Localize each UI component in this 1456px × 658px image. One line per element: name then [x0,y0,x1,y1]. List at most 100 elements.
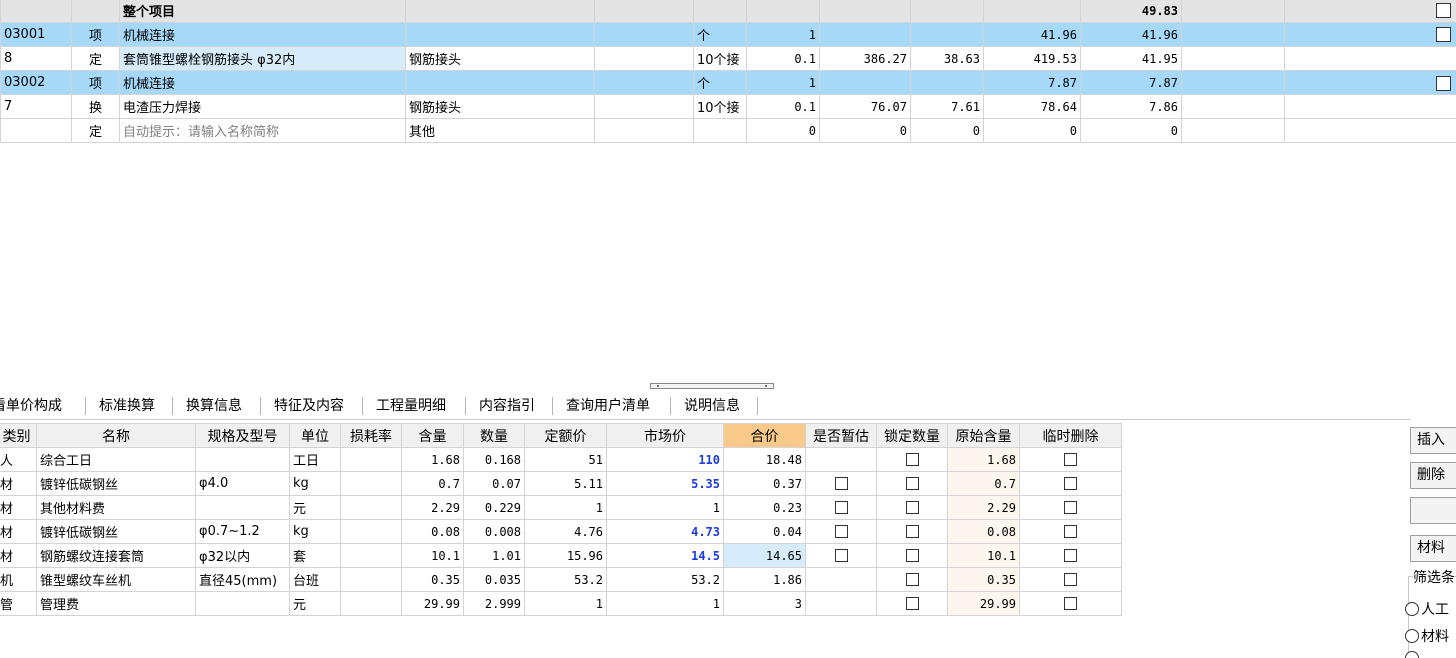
cell-original[interactable]: 1.68 [947,447,1020,472]
cell-qty[interactable]: 2.999 [463,591,525,616]
cell-name[interactable]: 管理费 [36,591,196,616]
item-sum[interactable]: 41.96 [1080,22,1182,47]
item-extra[interactable] [594,46,694,71]
cell-spec[interactable]: φ32以内 [195,543,290,568]
radio-icon[interactable] [1405,651,1419,658]
item-price-1[interactable] [819,0,911,23]
item-extra[interactable] [594,94,694,119]
item-name[interactable]: 机械连接 [119,70,406,95]
lock-checkbox[interactable] [905,597,919,610]
insert-button[interactable]: 插入 [1410,427,1456,454]
resource-row[interactable]: 材其他材料费元 2.29 0.229 1 1 0.23 2.29 [0,495,1122,520]
item-type[interactable]: 项 [71,70,120,95]
cell-market-price[interactable]: 1 [606,495,724,520]
item-name[interactable]: 电渣压力焊接 [119,94,406,119]
tab-conversion-info[interactable]: 换算信息 [186,393,242,419]
cell-content[interactable]: 0.7 [401,471,464,496]
estimate-checkbox[interactable] [834,501,848,514]
cell-market-price[interactable]: 53.2 [606,567,724,592]
tab-user-list[interactable]: 查询用户清单 [566,393,650,419]
item-price-2[interactable] [910,22,984,47]
cell-category[interactable]: 管 [0,591,37,616]
item-unit[interactable]: 10个接 [693,46,747,71]
cell-sum[interactable]: 0.04 [723,519,806,544]
cell-original[interactable]: 2.29 [947,495,1020,520]
cell-content[interactable]: 0.08 [401,519,464,544]
cell-original[interactable]: 0.08 [947,519,1020,544]
item-qty[interactable]: 0.1 [746,46,820,71]
cell-sum[interactable]: 14.65 [723,543,806,568]
cell-quota[interactable]: 53.2 [524,567,607,592]
resource-row[interactable]: 材镀锌低碳钢丝 φ4.0 kg 0.7 0.07 5.11 5.35 0.37 0.7 [0,471,1122,496]
item-price-2[interactable] [910,70,984,95]
item-spec[interactable]: 其他 [405,118,595,143]
item-name[interactable]: 机械连接 [119,22,406,47]
radio-machine[interactable] [1405,651,1421,658]
row-checkbox[interactable] [1436,76,1451,91]
item-type[interactable]: 定 [71,46,120,71]
item-price-1[interactable]: 76.07 [819,94,911,119]
item-sum[interactable]: 0 [1080,118,1182,143]
cell-category[interactable]: 材 [0,519,37,544]
cell-loss[interactable] [340,591,402,616]
col-header-content[interactable]: 含量 [401,423,464,448]
col-header-estimate[interactable]: 是否暂估 [805,423,877,448]
temp-delete-checkbox[interactable] [1064,453,1077,466]
item-total[interactable]: 78.64 [983,94,1081,119]
cell-market-price[interactable]: 5.35 [606,471,724,496]
temp-delete-checkbox[interactable] [1064,597,1077,610]
tab-standard-conversion[interactable]: 标准换算 [99,393,155,419]
cell-quota[interactable]: 1 [524,591,607,616]
cell-qty[interactable]: 1.01 [463,543,525,568]
cell-name[interactable]: 钢筋螺纹连接套筒 [36,543,196,568]
tab-unit-price[interactable]: 看单价构成 [0,393,62,419]
cell-sum[interactable]: 0.37 [723,471,806,496]
radio-labor[interactable]: 人工 [1405,599,1449,619]
item-price-2[interactable] [910,0,984,23]
item-empty[interactable] [1181,22,1285,47]
cell-content[interactable]: 1.68 [401,447,464,472]
cell-category[interactable]: 机 [0,567,37,592]
cell-estimate[interactable] [805,447,877,472]
item-code[interactable]: 8 [0,46,72,71]
lock-checkbox[interactable] [905,477,919,490]
item-row[interactable]: 8 定套筒锥型螺栓钢筋接头 φ32内 钢筋接头 10个接 0.1 386.27 38.63 4… [0,46,1456,71]
col-header-name[interactable]: 名称 [36,423,196,448]
cell-spec[interactable] [195,591,290,616]
cell-lock[interactable] [876,543,948,568]
temp-delete-checkbox[interactable] [1064,549,1077,562]
item-price-1[interactable] [819,70,911,95]
cell-unit[interactable]: 套 [289,543,341,568]
item-code[interactable]: 7 [0,94,72,119]
resource-row[interactable]: 人综合工日 工日 1.68 0.168 51 110 18.48 1.68 [0,447,1122,472]
temp-delete-checkbox[interactable] [1064,501,1077,514]
cell-name[interactable]: 综合工日 [36,447,196,472]
cell-unit[interactable]: 元 [289,495,341,520]
cell-loss[interactable] [340,519,402,544]
material-button[interactable]: 材料 [1410,535,1456,562]
cell-loss[interactable] [340,471,402,496]
item-empty[interactable] [1284,94,1456,119]
item-row[interactable]: 定自动提示：请输入名称简称 其他 0 0 0 0 0 [0,118,1456,143]
item-empty[interactable] [1181,94,1285,119]
cell-temp-delete[interactable] [1019,447,1122,472]
item-empty[interactable] [1284,46,1456,71]
item-price-1[interactable]: 386.27 [819,46,911,71]
col-header-quota[interactable]: 定额价 [524,423,607,448]
item-sum[interactable]: 7.86 [1080,94,1182,119]
cell-market-price[interactable]: 110 [606,447,724,472]
item-price-2[interactable]: 0 [910,118,984,143]
cell-unit[interactable]: kg [289,519,341,544]
item-empty[interactable] [1181,0,1285,23]
col-header-lock[interactable]: 锁定数量 [876,423,948,448]
item-empty[interactable] [1181,118,1285,143]
item-row[interactable]: 03002 项机械连接 个 1 7.87 7.87 [0,70,1456,95]
item-price-2[interactable]: 7.61 [910,94,984,119]
item-spec[interactable] [405,22,595,47]
item-unit[interactable] [693,118,747,143]
item-qty[interactable]: 0.1 [746,94,820,119]
cell-name[interactable]: 锥型螺纹车丝机 [36,567,196,592]
cell-lock[interactable] [876,471,948,496]
item-total[interactable]: 7.87 [983,70,1081,95]
cell-estimate[interactable] [805,591,877,616]
